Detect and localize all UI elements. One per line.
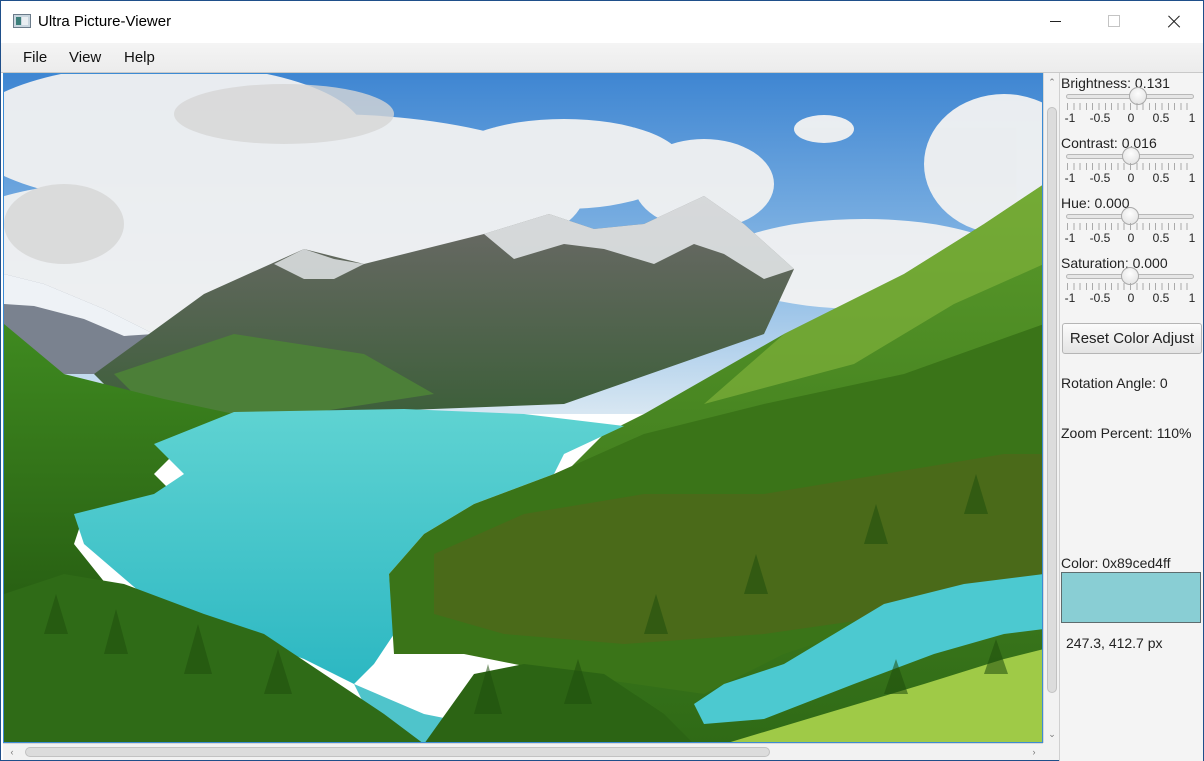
color-label: Color: 0x89ced4ff xyxy=(1061,555,1171,571)
menu-help[interactable]: Help xyxy=(124,49,155,66)
tick-label: 1 xyxy=(1188,111,1196,125)
menu-view[interactable]: View xyxy=(69,49,101,66)
tick-label: -0.5 xyxy=(1089,291,1111,305)
tick-label: 0 xyxy=(1127,291,1135,305)
scroll-right-icon[interactable]: › xyxy=(1027,744,1041,760)
tick-label: 0 xyxy=(1127,231,1135,245)
landscape-image[interactable] xyxy=(4,74,1043,743)
saturation-ticks xyxy=(1067,283,1193,290)
menu-file[interactable]: File xyxy=(23,49,47,66)
horizontal-scrollbar[interactable]: ‹ › xyxy=(3,743,1043,760)
color-swatch xyxy=(1061,572,1201,623)
tick-label: -0.5 xyxy=(1089,231,1111,245)
scroll-up-icon[interactable]: ⌃ xyxy=(1044,75,1060,89)
hue-ticks xyxy=(1067,223,1193,230)
app-icon xyxy=(13,14,31,28)
cursor-coordinates: 247.3, 412.7 px xyxy=(1066,635,1163,651)
minimize-button[interactable] xyxy=(1026,1,1084,43)
saturation-label: Saturation: 0.000 xyxy=(1061,255,1168,271)
hue-slider[interactable]: Hue: 0.000 -1 -0.5 0 0.5 1 xyxy=(1060,193,1204,253)
vertical-scrollbar[interactable]: ⌃ ⌄ xyxy=(1043,73,1059,743)
tick-label: 1 xyxy=(1188,231,1196,245)
tick-label: -0.5 xyxy=(1089,111,1111,125)
contrast-slider[interactable]: Contrast: 0.016 -1 -0.5 0 0.5 1 xyxy=(1060,133,1204,193)
brightness-slider[interactable]: Brightness: 0.131 -1 -0.5 0 0.5 1 xyxy=(1060,73,1204,133)
tick-label: 0.5 xyxy=(1152,291,1170,305)
window-title: Ultra Picture-Viewer xyxy=(38,13,172,30)
vertical-scroll-thumb[interactable] xyxy=(1047,107,1057,693)
contrast-ticks xyxy=(1067,163,1193,170)
brightness-label: Brightness: 0.131 xyxy=(1061,75,1170,91)
rotation-angle-label: Rotation Angle: 0 xyxy=(1061,375,1168,391)
scroll-corner xyxy=(1043,743,1059,760)
image-viewport[interactable] xyxy=(3,73,1043,743)
tick-label: -1 xyxy=(1064,291,1076,305)
hue-label: Hue: 0.000 xyxy=(1061,195,1130,211)
tick-label: -1 xyxy=(1064,231,1076,245)
horizontal-scroll-thumb[interactable] xyxy=(25,747,770,757)
close-button[interactable] xyxy=(1144,1,1202,43)
reset-color-adjust-button[interactable]: Reset Color Adjust xyxy=(1062,323,1202,354)
app-window: Ultra Picture-Viewer File View Help ⌃ ⌄ … xyxy=(0,0,1204,761)
zoom-percent-label: Zoom Percent: 110% xyxy=(1061,425,1192,441)
tick-label: -1 xyxy=(1064,111,1076,125)
tick-label: 0.5 xyxy=(1152,231,1170,245)
tick-label: 0.5 xyxy=(1152,111,1170,125)
tick-label: -1 xyxy=(1064,171,1076,185)
scroll-left-icon[interactable]: ‹ xyxy=(5,744,19,760)
tick-label: 0 xyxy=(1127,111,1135,125)
contrast-label: Contrast: 0.016 xyxy=(1061,135,1157,151)
tick-label: 1 xyxy=(1188,171,1196,185)
tick-label: 0 xyxy=(1127,171,1135,185)
tick-label: -0.5 xyxy=(1089,171,1111,185)
brightness-ticks xyxy=(1067,103,1193,110)
scroll-down-icon[interactable]: ⌄ xyxy=(1044,727,1060,741)
saturation-slider[interactable]: Saturation: 0.000 -1 -0.5 0 0.5 1 xyxy=(1060,253,1204,313)
tick-label: 0.5 xyxy=(1152,171,1170,185)
title-bar: Ultra Picture-Viewer xyxy=(1,1,1203,43)
menu-bar: File View Help xyxy=(1,43,1203,73)
adjust-panel: Brightness: 0.131 -1 -0.5 0 0.5 1 Contra… xyxy=(1059,73,1203,761)
tick-label: 1 xyxy=(1188,291,1196,305)
maximize-button[interactable] xyxy=(1085,1,1143,43)
